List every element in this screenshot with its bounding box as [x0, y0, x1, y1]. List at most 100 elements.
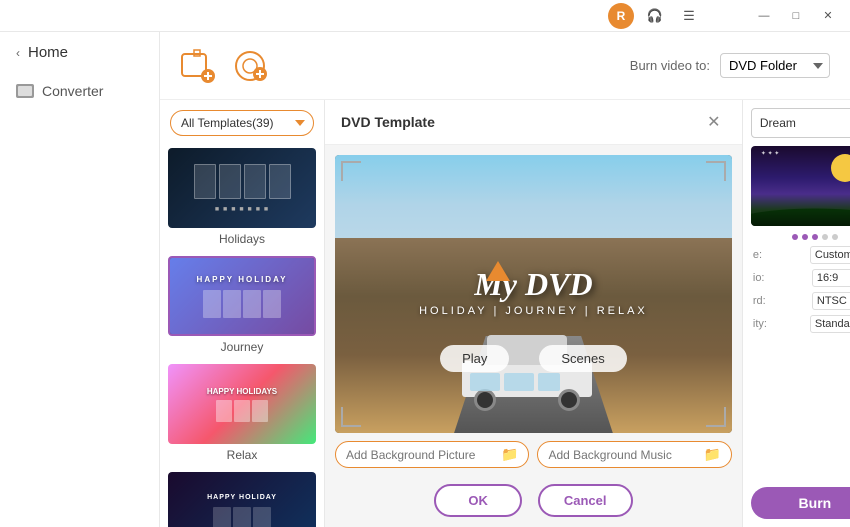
maximize-button[interactable]: □	[782, 5, 810, 27]
strip	[234, 400, 250, 422]
setting-ratio-select[interactable]: 16:9 4:3	[812, 269, 850, 287]
strip	[253, 507, 271, 527]
film-strip	[244, 164, 266, 199]
sidebar-converter-label: Converter	[42, 83, 103, 99]
sidebar-item-home[interactable]: ‹ Home	[0, 32, 159, 73]
close-button[interactable]: ✕	[814, 5, 842, 27]
relax-title: HAPPY HOLIDAYS	[207, 387, 277, 396]
menu-icon[interactable]: ☰	[676, 3, 702, 29]
dialog-footer: OK Cancel	[325, 476, 742, 527]
sidebar: ‹ Home Converter	[0, 32, 160, 527]
dvd-buttons: Play Scenes	[335, 345, 732, 372]
template-extra-thumb: HAPPY HOLIDAY	[168, 472, 316, 527]
corner-bracket-tr	[706, 161, 726, 181]
setting-ratio-label: io:	[753, 272, 765, 284]
cancel-button[interactable]: Cancel	[538, 484, 633, 517]
avatar: R	[608, 3, 634, 29]
template-filter[interactable]: All Templates(39) Holidays Journey Relax	[170, 110, 314, 136]
headset-icon[interactable]: 🎧	[642, 3, 668, 29]
setting-type-label: e:	[753, 249, 762, 261]
list-item[interactable]: ■ ■ ■ ■ ■ ■ ■ Holidays	[168, 148, 316, 246]
strip	[213, 507, 231, 527]
burn-video-label: Burn video to:	[630, 58, 710, 73]
relax-visual: HAPPY HOLIDAYS	[168, 364, 316, 444]
main-area: Burn video to: DVD Folder ISO File DVD D…	[160, 32, 850, 527]
template-list: ■ ■ ■ ■ ■ ■ ■ Holidays HAPPY HOLIDAY	[160, 148, 324, 527]
dot-2	[802, 234, 808, 240]
setting-standard-label: rd:	[753, 295, 766, 307]
bg-music-group: 📁	[537, 441, 731, 468]
dream-hills	[751, 191, 850, 226]
dot-1	[792, 234, 798, 240]
bg-music-folder-icon[interactable]: 📁	[703, 446, 720, 463]
dot-3	[812, 234, 818, 240]
dialog-title: DVD Template	[341, 114, 435, 130]
bg-picture-input[interactable]	[346, 448, 501, 462]
setting-quality-select[interactable]: Standard High	[810, 315, 850, 333]
burn-destination-select[interactable]: DVD Folder ISO File DVD Disc	[720, 53, 830, 78]
relax-strips	[216, 400, 268, 422]
template-journey-name: Journey	[168, 340, 316, 354]
preview-area: DVD Template ✕	[325, 100, 742, 527]
right-panel: ▷ ✦ ✦ ✦ ✎ e:	[742, 100, 850, 527]
template-sidebar: All Templates(39) Holidays Journey Relax	[160, 100, 325, 527]
film-strip	[194, 164, 216, 199]
toolbar: Burn video to: DVD Folder ISO File DVD D…	[160, 32, 850, 100]
orange-triangle-indicator	[486, 261, 510, 281]
extra-title: HAPPY HOLIDAY	[207, 494, 277, 501]
car-wheel-right	[558, 389, 580, 411]
list-item[interactable]: HAPPY HOLIDAY	[168, 472, 316, 527]
list-item[interactable]: HAPPY HOLIDAY Journey	[168, 256, 316, 354]
ok-button[interactable]: OK	[434, 484, 522, 517]
journey-title: HAPPY HOLIDAY	[197, 275, 288, 284]
toolbar-right: Burn video to: DVD Folder ISO File DVD D…	[630, 53, 830, 78]
bg-picture-folder-icon[interactable]: 📁	[501, 446, 518, 463]
search-box: ▷	[751, 108, 850, 138]
template-holidays-thumb: ■ ■ ■ ■ ■ ■ ■	[168, 148, 316, 228]
bg-picture-group: 📁	[335, 441, 529, 468]
car-window-right	[538, 373, 560, 391]
header-icons: R 🎧 ☰	[608, 0, 710, 32]
template-holidays-name: Holidays	[168, 232, 316, 246]
template-filter-select[interactable]: All Templates(39) Holidays Journey Relax	[170, 110, 314, 136]
dvd-play-button[interactable]: Play	[440, 345, 509, 372]
search-input[interactable]	[760, 116, 850, 130]
journey-strips	[197, 290, 288, 318]
bg-music-input[interactable]	[548, 448, 703, 462]
list-item[interactable]: HAPPY HOLIDAYS Relax	[168, 364, 316, 462]
settings-panel: e: Custom Standard io: 16:9 4:3 rd	[751, 246, 850, 338]
strip	[252, 400, 268, 422]
corner-bracket-br	[706, 407, 726, 427]
dvd-template-dialog: All Templates(39) Holidays Journey Relax	[160, 100, 850, 527]
strip	[233, 507, 251, 527]
dvd-scenes-button[interactable]: Scenes	[539, 345, 626, 372]
corner-bracket-tl	[341, 161, 361, 181]
template-journey-thumb: HAPPY HOLIDAY	[168, 256, 316, 336]
stars: ✦ ✦ ✦	[761, 150, 779, 157]
setting-ratio-row: io: 16:9 4:3	[753, 269, 850, 287]
burn-button[interactable]: Burn	[751, 487, 850, 519]
setting-type-select[interactable]: Custom Standard	[810, 246, 850, 264]
journey-content: HAPPY HOLIDAY	[197, 275, 288, 318]
journey-visual: HAPPY HOLIDAY	[170, 258, 314, 334]
dot-4	[822, 234, 828, 240]
add-media-icon	[180, 48, 216, 84]
title-bar: R 🎧 ☰ — □ ✕	[0, 0, 850, 32]
add-media-button[interactable]	[180, 48, 216, 84]
dots-indicator	[751, 234, 850, 240]
minimize-button[interactable]: —	[750, 5, 778, 27]
setting-quality-row: ity: Standard High	[753, 315, 850, 333]
setting-standard-select[interactable]: NTSC PAL	[812, 292, 850, 310]
setting-standard-row: rd: NTSC PAL	[753, 292, 850, 310]
sidebar-item-converter[interactable]: Converter	[0, 73, 159, 109]
dialog-close-button[interactable]: ✕	[702, 110, 726, 134]
strip	[243, 290, 261, 318]
holidays-visual: ■ ■ ■ ■ ■ ■ ■	[168, 148, 316, 228]
add-chapter-button[interactable]	[232, 48, 268, 84]
dvd-subtitle-text: HOLIDAY | JOURNEY | RELAX	[335, 305, 732, 317]
dvd-title-text: My DVD	[335, 266, 732, 303]
extra-visual: HAPPY HOLIDAY	[168, 472, 316, 527]
car-window-mid	[504, 373, 534, 391]
strip	[263, 290, 281, 318]
setting-quality-label: ity:	[753, 318, 767, 330]
